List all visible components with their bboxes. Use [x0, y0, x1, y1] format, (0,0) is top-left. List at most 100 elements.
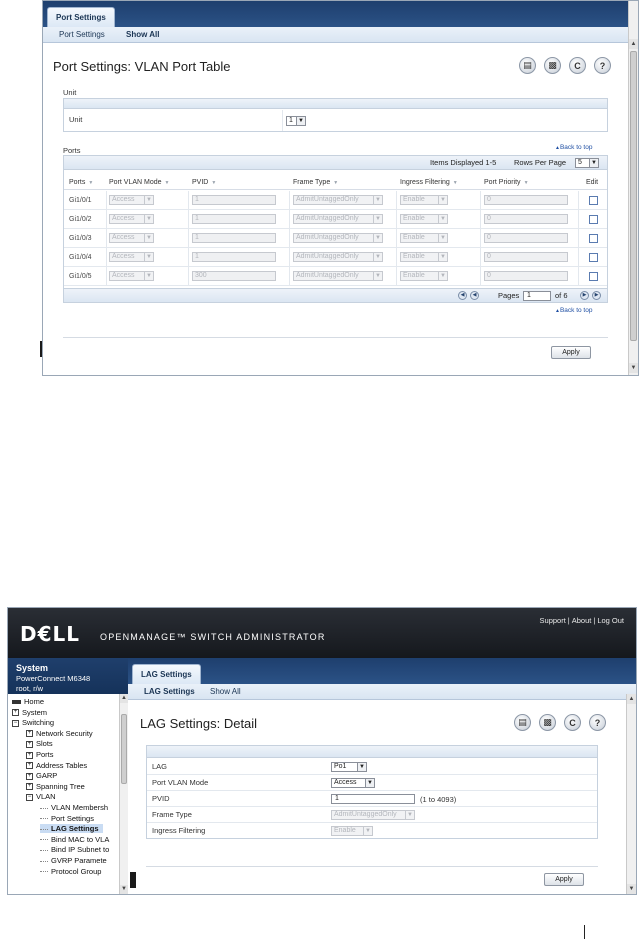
scroll-thumb[interactable]	[121, 714, 127, 784]
edit-checkbox[interactable]	[589, 234, 598, 243]
unit-select[interactable]: 1 ▼	[286, 116, 306, 126]
frame-type-select[interactable]: AdmitUntaggedOnly ▼	[293, 214, 383, 224]
port-vlan-mode-select[interactable]: Access ▼	[109, 233, 154, 243]
ingress-filtering-select[interactable]: Enable ▼	[400, 214, 448, 224]
edit-checkbox[interactable]	[589, 196, 598, 205]
refresh-icon[interactable]: C	[564, 714, 581, 731]
pvid-field[interactable]: 1	[192, 214, 276, 224]
apply-button[interactable]: Apply	[544, 873, 584, 886]
subtab-port-settings[interactable]: Port Settings	[59, 27, 105, 43]
port-vlan-mode-select[interactable]: Access ▼	[109, 195, 154, 205]
ingress-filtering-select[interactable]: Enable ▼	[400, 252, 448, 262]
col-port-vlan-mode[interactable]: Port VLAN Mode ▼	[109, 176, 169, 190]
scroll-down-icon[interactable]: ▼	[627, 884, 636, 894]
tree-item-garp[interactable]: + GARP	[26, 771, 61, 780]
scroll-down-icon[interactable]: ▼	[120, 885, 128, 894]
tree-item-bind-mac-to-vla[interactable]: Bind MAC to VLA	[40, 835, 113, 844]
pvid-field[interactable]: 1	[192, 252, 276, 262]
scroll-up-icon[interactable]: ▲	[629, 39, 638, 49]
tree-scrollbar[interactable]: ▲ ▼	[119, 694, 128, 894]
scrollbar[interactable]: ▲ ▼	[626, 694, 636, 894]
scroll-down-icon[interactable]: ▼	[629, 363, 638, 373]
pvid-field[interactable]: 1	[192, 233, 276, 243]
back-to-top-link-2[interactable]: Back to top	[555, 307, 593, 314]
expand-icon[interactable]: +	[26, 772, 33, 780]
help-icon[interactable]: ?	[589, 714, 606, 731]
frame-type-select[interactable]: AdmitUntaggedOnly ▼	[331, 810, 415, 820]
tree-item-vlan[interactable]: − VLAN	[26, 792, 60, 801]
frame-type-select[interactable]: AdmitUntaggedOnly ▼	[293, 252, 383, 262]
collapse-icon[interactable]: −	[12, 719, 19, 727]
collapse-icon[interactable]: −	[26, 793, 33, 801]
pvid-input[interactable]: 1	[331, 794, 415, 804]
edit-checkbox[interactable]	[589, 272, 598, 281]
tree-item-address-tables[interactable]: + Address Tables	[26, 761, 91, 770]
scroll-up-icon[interactable]: ▲	[627, 694, 636, 704]
tree-item-home[interactable]: Home	[12, 697, 48, 706]
first-page-icon[interactable]: ◀	[458, 291, 467, 300]
help-icon[interactable]: ?	[594, 57, 611, 74]
port-vlan-mode-select[interactable]: Access ▼	[109, 214, 154, 224]
port-priority-field[interactable]: 0	[484, 271, 568, 281]
expand-icon[interactable]: +	[12, 709, 19, 717]
scroll-thumb[interactable]	[630, 51, 637, 341]
tree-item-lag-settings[interactable]: LAG Settings	[40, 824, 103, 834]
col-frame-type[interactable]: Frame Type ▼	[293, 176, 338, 190]
print-icon[interactable]: ▩	[544, 57, 561, 74]
col-ingress-filtering[interactable]: Ingress Filtering ▼	[400, 176, 458, 190]
pvid-field[interactable]: 1	[192, 195, 276, 205]
page-input[interactable]: 1	[523, 291, 551, 301]
port-priority-field[interactable]: 0	[484, 214, 568, 224]
support-link[interactable]: Support	[540, 616, 566, 625]
apply-button[interactable]: Apply	[551, 346, 591, 359]
pvid-field[interactable]: 300	[192, 271, 276, 281]
scroll-up-icon[interactable]: ▲	[120, 694, 128, 703]
expand-icon[interactable]: +	[26, 730, 33, 738]
edit-checkbox[interactable]	[589, 253, 598, 262]
expand-icon[interactable]: +	[26, 762, 33, 770]
save-icon[interactable]: ▤	[514, 714, 531, 731]
col-ports[interactable]: Ports ▼	[69, 176, 93, 190]
port-vlan-mode-select[interactable]: Access ▼	[331, 778, 375, 788]
rows-per-page-select[interactable]: 5 ▼	[575, 158, 599, 168]
frame-type-select[interactable]: AdmitUntaggedOnly ▼	[293, 195, 383, 205]
last-page-icon[interactable]: ▶	[592, 291, 601, 300]
col-port-priority[interactable]: Port Priority ▼	[484, 176, 529, 190]
subtab-show-all[interactable]: Show All	[210, 684, 241, 700]
back-to-top-link[interactable]: Back to top	[555, 144, 593, 151]
prev-page-icon[interactable]: ◀	[470, 291, 479, 300]
ingress-filtering-select[interactable]: Enable ▼	[400, 271, 448, 281]
tree-item-spanning-tree[interactable]: + Spanning Tree	[26, 782, 89, 791]
tree-item-system[interactable]: + System	[12, 708, 51, 717]
save-icon[interactable]: ▤	[519, 57, 536, 74]
about-link[interactable]: About	[572, 616, 592, 625]
print-icon[interactable]: ▩	[539, 714, 556, 731]
port-priority-field[interactable]: 0	[484, 195, 568, 205]
ingress-filtering-select[interactable]: Enable ▼	[400, 233, 448, 243]
frame-type-select[interactable]: AdmitUntaggedOnly ▼	[293, 271, 383, 281]
ingress-filtering-select[interactable]: Enable ▼	[400, 195, 448, 205]
scrollbar[interactable]: ▲ ▼	[628, 1, 638, 375]
tree-item-port-settings[interactable]: Port Settings	[40, 814, 98, 823]
tree-item-bind-ip-subnet-to[interactable]: Bind IP Subnet to	[40, 845, 113, 854]
tree-item-ports[interactable]: + Ports	[26, 750, 58, 759]
tab-port-settings[interactable]: Port Settings	[47, 7, 115, 27]
lag-select[interactable]: Po1 ▼	[331, 762, 367, 772]
expand-icon[interactable]: +	[26, 740, 33, 748]
col-pvid[interactable]: PVID ▼	[192, 176, 216, 190]
next-page-icon[interactable]: ▶	[580, 291, 589, 300]
tree-item-slots[interactable]: + Slots	[26, 739, 57, 748]
tree-item-gvrp-paramete[interactable]: GVRP Paramete	[40, 856, 111, 865]
tree-item-protocol-group[interactable]: Protocol Group	[40, 867, 105, 876]
tree-item-network-security[interactable]: + Network Security	[26, 729, 97, 738]
tree-item-vlan-membersh[interactable]: VLAN Membersh	[40, 803, 112, 812]
port-vlan-mode-select[interactable]: Access ▼	[109, 271, 154, 281]
port-priority-field[interactable]: 0	[484, 252, 568, 262]
port-priority-field[interactable]: 0	[484, 233, 568, 243]
subtab-show-all[interactable]: Show All	[126, 27, 159, 43]
frame-type-select[interactable]: AdmitUntaggedOnly ▼	[293, 233, 383, 243]
expand-icon[interactable]: +	[26, 783, 33, 791]
refresh-icon[interactable]: C	[569, 57, 586, 74]
edit-checkbox[interactable]	[589, 215, 598, 224]
port-vlan-mode-select[interactable]: Access ▼	[109, 252, 154, 262]
